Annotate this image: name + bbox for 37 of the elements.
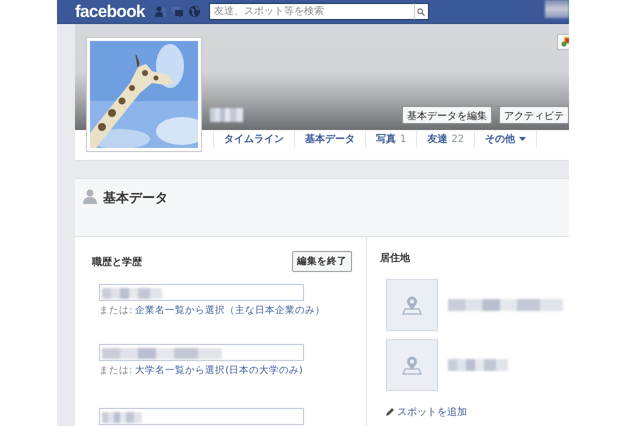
section-title: 基本データ <box>103 190 168 207</box>
friends-icon[interactable] <box>154 5 167 18</box>
map-pin-icon <box>402 296 422 314</box>
profile-tab[interactable]: その他 <box>474 130 538 148</box>
redacted-text <box>102 288 162 299</box>
subsection-title: 職歴と学歴 <box>92 256 142 268</box>
place-thumbnail[interactable] <box>386 339 438 391</box>
input-field[interactable] <box>99 284 304 301</box>
search-icon <box>417 8 426 16</box>
map-pin-icon <box>402 356 422 374</box>
select-from-list-link[interactable]: 大学名一覧から選択(日本の大学のみ) <box>135 365 303 376</box>
redacted-place <box>448 359 508 371</box>
messages-icon[interactable] <box>170 5 184 18</box>
globe-icon[interactable] <box>188 5 201 18</box>
redacted-name <box>210 108 243 122</box>
search-button[interactable] <box>414 3 429 20</box>
input-field[interactable] <box>99 344 304 361</box>
pencil-icon <box>385 408 394 416</box>
redacted-text <box>102 412 142 423</box>
caret-icon <box>519 137 526 141</box>
select-from-list-link[interactable]: 企業名一覧から選択（主な日本企業のみ） <box>135 305 326 316</box>
input-field[interactable] <box>99 408 304 425</box>
subsection-title: 居住地 <box>380 252 411 265</box>
activity-button[interactable]: アクティビテ <box>499 106 569 124</box>
photo-add-icon <box>560 37 569 47</box>
hint-text: または: 大学名一覧から選択(日本の大学のみ) <box>99 364 304 377</box>
tab-count: 1 <box>400 134 406 144</box>
avatar[interactable] <box>545 0 569 18</box>
hint-text: または: 企業名一覧から選択（主な日本企業のみ） <box>99 304 326 317</box>
facebook-logo[interactable]: facebook <box>75 2 145 22</box>
add-place-link[interactable]: スポットを追加 <box>385 405 467 419</box>
search-field[interactable]: 友達、スポット等を検索 <box>208 3 414 20</box>
place-thumbnail[interactable] <box>386 279 438 331</box>
tab-count: 22 <box>451 134 464 144</box>
edit-profile-button[interactable]: 基本データを編集 <box>402 106 492 124</box>
person-icon <box>83 189 97 204</box>
finish-editing-button[interactable]: 編集を終了 <box>292 251 352 272</box>
